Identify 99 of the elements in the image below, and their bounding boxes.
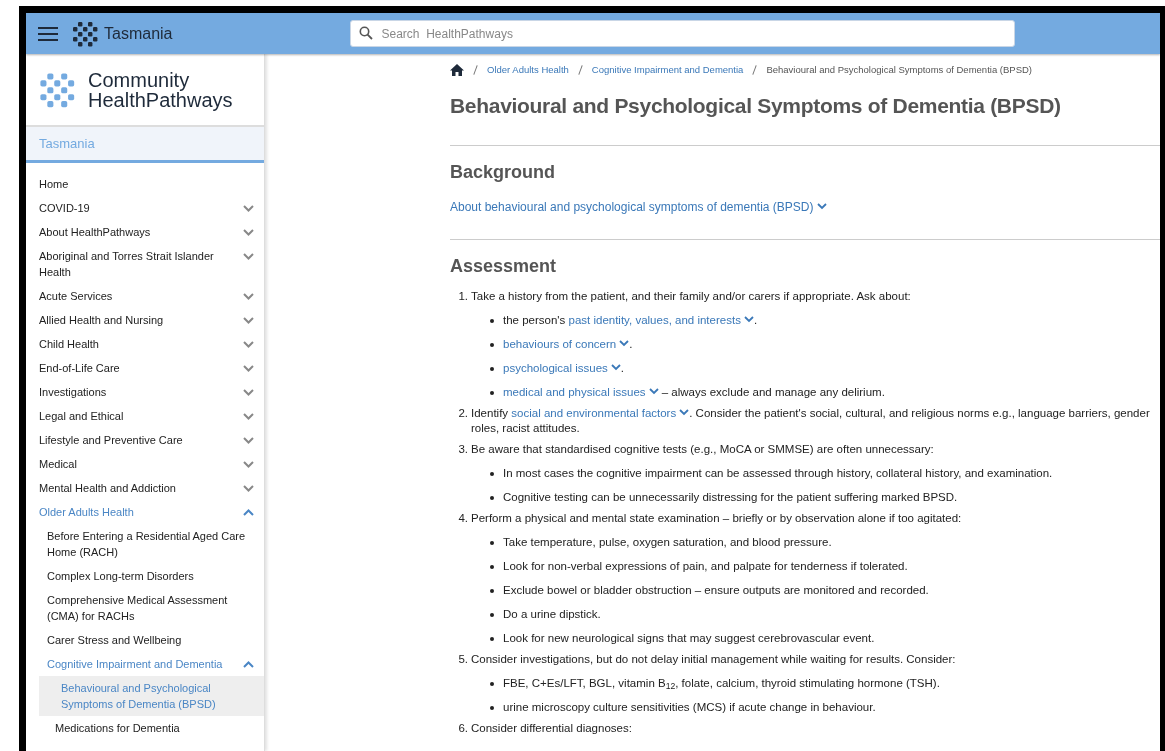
brand-name: Community HealthPathways <box>88 69 233 110</box>
chevron-up-icon <box>243 661 254 668</box>
bullet-icon <box>490 495 494 500</box>
nav-item[interactable]: Medications for Dementia <box>26 716 264 740</box>
region-label: Tasmania <box>39 134 95 153</box>
nav-item[interactable]: Legal and Ethical <box>26 404 264 428</box>
nav-item[interactable]: About HealthPathways <box>26 220 264 244</box>
bullet-text: Look for non-verbal expressions of pain, and palpate for tenderness if tolerated. <box>503 558 908 574</box>
step-number: 4. <box>457 510 469 526</box>
expandable-link[interactable]: past identity, values, and interests <box>568 313 754 326</box>
nav-item[interactable]: End-of-Life Care <box>26 356 264 380</box>
nav-item[interactable]: Mental Health and Addiction <box>26 476 264 500</box>
nav-item[interactable]: Acute Services <box>26 284 264 308</box>
bullet-text: In most cases the cognitive impairment can be assessed through history, collateral history, and examination. <box>503 465 1053 481</box>
menu-icon[interactable] <box>38 25 58 42</box>
bullet-text: FBE, C+Es/LFT, BGL, vitamin B$_{12}$, folate, calcium, thyroid stimulating hormone (TSH). <box>503 675 940 691</box>
step-text: Perform a physical and mental state examination – briefly or by observation alone if too agitated: <box>471 510 962 526</box>
expandable-link[interactable]: psychological issues <box>503 361 621 374</box>
chevron-down-icon <box>648 387 659 395</box>
nav-item[interactable]: Allied Health and Nursing <box>26 308 264 332</box>
chevron-down-icon <box>619 339 630 347</box>
chevron-down-icon <box>610 363 621 371</box>
chevron-down-icon <box>679 408 690 416</box>
nav-item[interactable]: Carer Stress and Wellbeing <box>26 628 264 652</box>
nav-item[interactable]: Cognitive Impairment and Dementia <box>26 652 264 676</box>
chevron-down-icon <box>243 365 254 372</box>
breadcrumb-link[interactable]: Older Adults Health <box>487 63 569 78</box>
bullet-icon <box>490 636 494 641</box>
chevron-down-icon <box>243 205 254 212</box>
bullet-icon <box>490 390 494 395</box>
search-field[interactable]: Search HealthPathways <box>350 20 1016 47</box>
bullet-text: Take temperature, pulse, oxygen saturation, and blood pressure. <box>503 534 832 550</box>
bullet-icon <box>490 318 494 323</box>
nav-item[interactable]: Medical <box>26 452 264 476</box>
chevron-up-icon <box>243 509 254 516</box>
bullet-text: medical and physical issues – always exclude and manage any delirium. <box>503 384 885 400</box>
breadcrumb-current: Behavioural and Psychological Symptoms of Dementia (BPSD) <box>766 63 1032 77</box>
bullet-icon <box>490 612 494 617</box>
expandable-link[interactable]: behaviours of concern <box>503 337 630 350</box>
step-text: Consider investigations, but do not delay initial management while waiting for results. Consider: <box>471 651 956 667</box>
step-number: 5. <box>457 651 469 667</box>
step-number: 1. <box>457 288 469 304</box>
step-number: 3. <box>457 441 469 457</box>
bullet-text: urine microscopy culture sensitivities (MCS) if acute change in behaviour. <box>503 699 876 715</box>
bullet-text: Exclude bowel or bladder obstruction – ensure outputs are monitored and recorded. <box>503 582 929 598</box>
search-icon <box>359 26 374 40</box>
home-icon[interactable] <box>450 64 464 77</box>
step-text: Be aware that standardised cognitive tests (e.g., MoCA or SMMSE) are often unnecessary: <box>471 441 934 457</box>
nav-item[interactable]: Lifestyle and Preventive Care <box>26 428 264 452</box>
step-number: 6. <box>457 720 469 736</box>
chevron-down-icon <box>243 437 254 444</box>
nav-item[interactable]: Comprehensive Medical Assessment (CMA) for RACHs <box>26 588 264 628</box>
nav-item[interactable]: Investigations <box>26 380 264 404</box>
bullet-icon <box>490 471 494 476</box>
chevron-down-icon <box>743 315 754 323</box>
step-text: Identify social and environmental factors . Consider the patient's social, cultural, and religious norms e.g., language barriers, gender roles, racist attitudes. <box>471 405 1151 436</box>
step-text: Take a history from the patient, and their family and/or carers if appropriate. Ask about: <box>471 288 911 304</box>
section-heading: Background <box>450 160 556 184</box>
bullet-icon <box>490 540 494 545</box>
chevron-down-icon <box>243 317 254 324</box>
bullet-text: Look for new neurological signs that may suggest cerebrovascular event. <box>503 630 875 646</box>
step-number: 2. <box>457 405 469 421</box>
bullet-icon <box>490 564 494 569</box>
chevron-down-icon <box>243 485 254 492</box>
chevron-down-icon <box>816 202 827 210</box>
bullet-icon <box>490 588 494 593</box>
bullet-icon <box>490 705 494 710</box>
chevron-down-icon <box>243 389 254 396</box>
expandable-link[interactable]: About behavioural and psychological symptoms of dementia (BPSD) <box>450 197 827 216</box>
nav-item[interactable]: COVID-19 <box>26 196 264 220</box>
bullet-text: the person's past identity, values, and interests . <box>503 312 758 328</box>
page-title: Behavioural and Psychological Symptoms of Dementia (BPSD) <box>450 93 1062 120</box>
chevron-down-icon <box>243 413 254 420</box>
region-title: Tasmania <box>104 23 173 44</box>
step-text: Consider differential diagnoses: <box>471 720 632 736</box>
nav-item[interactable]: Older Adults Health <box>26 500 264 524</box>
logo-icon <box>72 20 98 47</box>
chevron-down-icon <box>243 293 254 300</box>
chevron-down-icon <box>243 461 254 468</box>
expandable-link[interactable]: social and environmental factors <box>511 406 690 419</box>
nav-item[interactable]: Aboriginal and Torres Strait Islander Health <box>26 244 264 284</box>
chevron-down-icon <box>243 253 254 260</box>
chevron-down-icon <box>243 341 254 348</box>
logo-icon <box>39 71 75 108</box>
nav-item[interactable]: Home <box>26 172 264 196</box>
expandable-link[interactable]: medical and physical issues <box>503 385 659 398</box>
bullet-text: psychological issues . <box>503 360 625 376</box>
chevron-down-icon <box>243 229 254 236</box>
nav-item[interactable]: Before Entering a Residential Aged Care Home (RACH) <box>26 524 264 564</box>
bullet-text: behaviours of concern . <box>503 336 633 352</box>
breadcrumb-link[interactable]: Cognitive Impairment and Dementia <box>591 63 744 78</box>
bullet-text: Do a urine dipstick. <box>503 606 601 622</box>
bullet-icon <box>490 681 494 686</box>
bullet-icon <box>490 342 494 347</box>
nav-item[interactable]: Complex Long-term Disorders <box>26 564 264 588</box>
nav-item[interactable]: Child Health <box>26 332 264 356</box>
bullet-text: Cognitive testing can be unnecessarily distressing for the patient suffering marked BPSD. <box>503 489 958 505</box>
section-heading: Assessment <box>450 254 558 278</box>
bullet-icon <box>490 366 494 371</box>
